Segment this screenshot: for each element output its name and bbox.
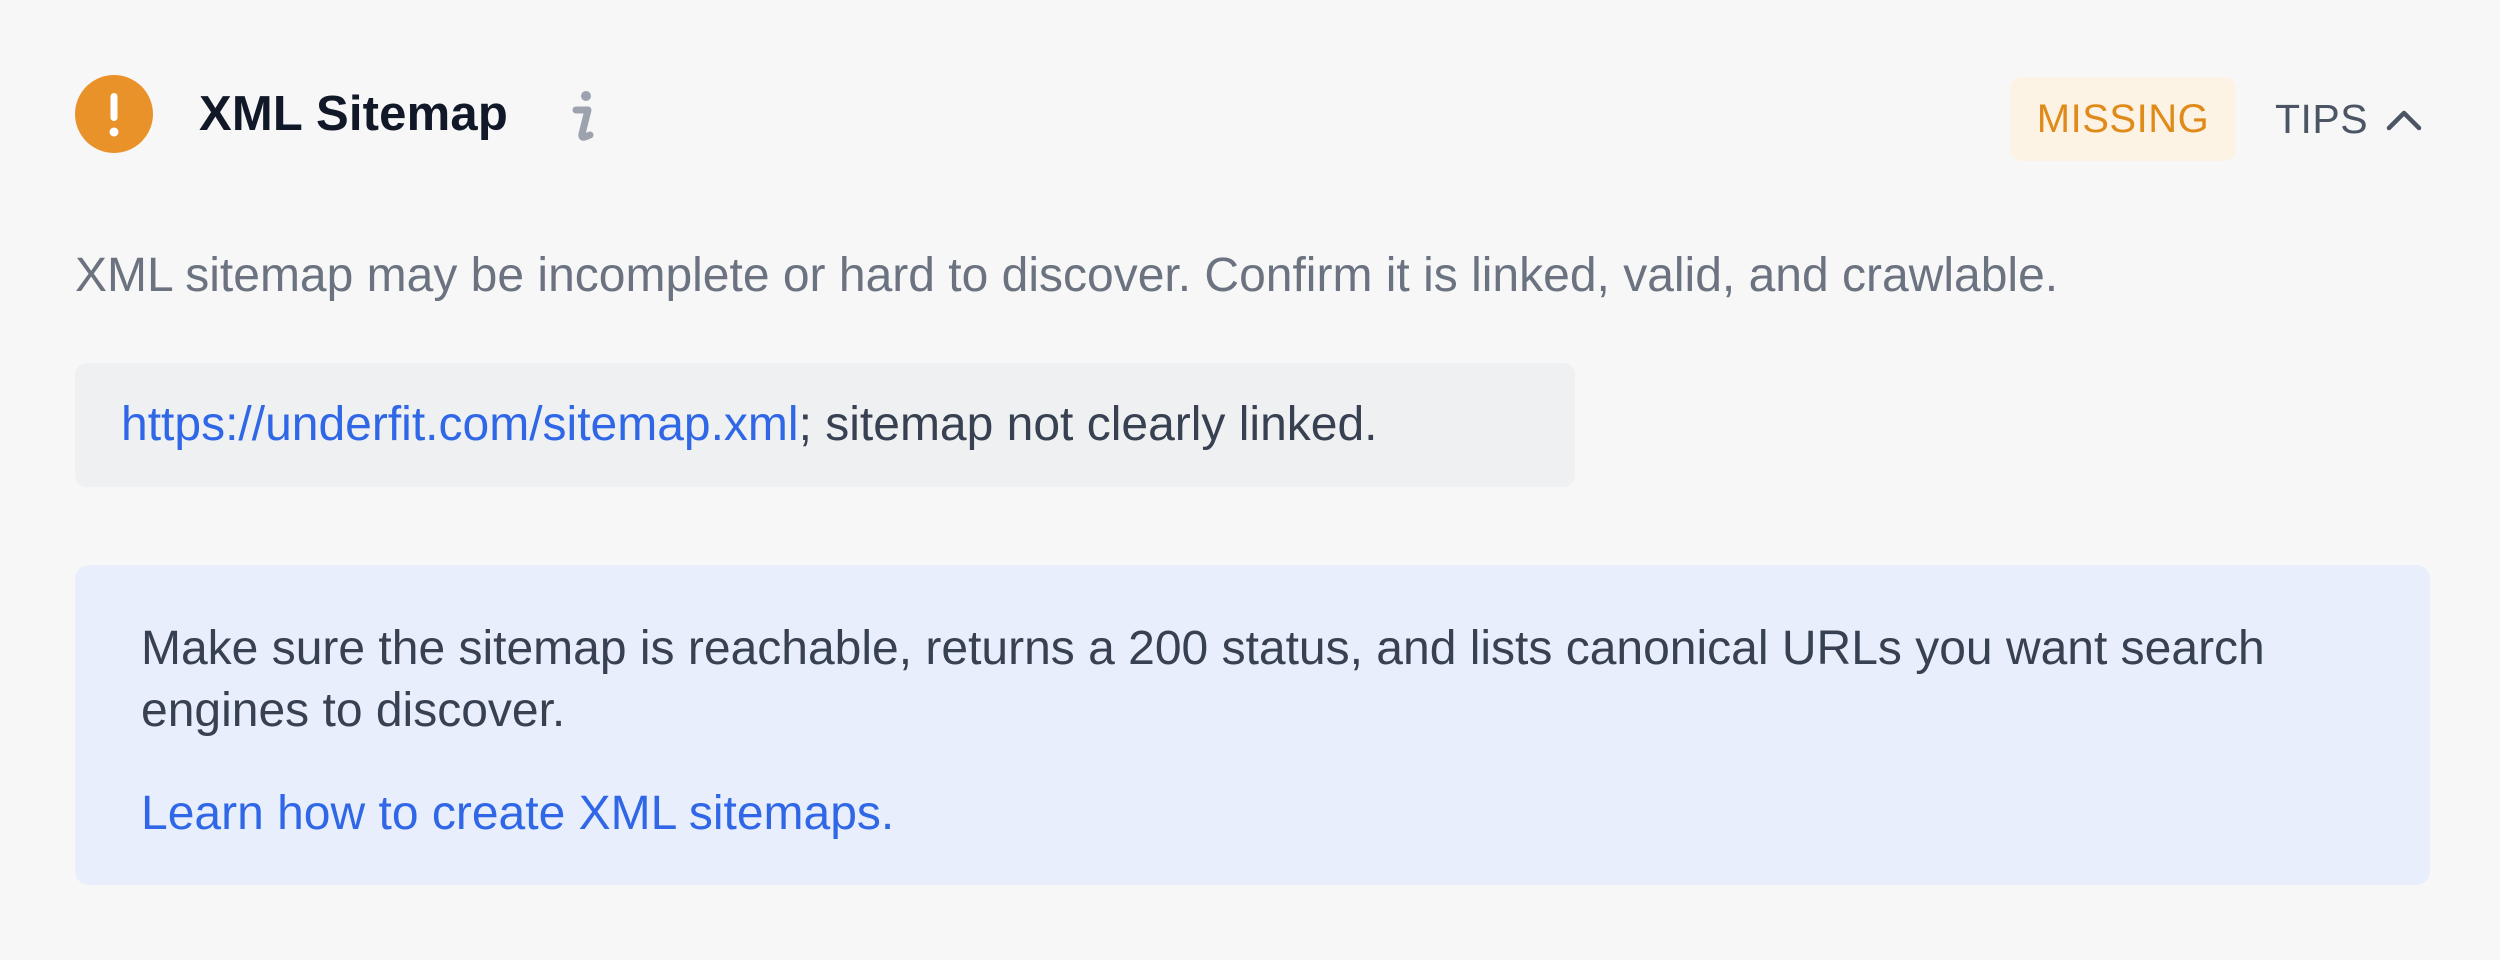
tip-text: Make sure the sitemap is reachable, retu… xyxy=(141,622,2265,737)
evidence-box: https://underfit.com/sitemap.xml; sitema… xyxy=(75,363,1575,487)
tips-label: TIPS xyxy=(2275,95,2369,142)
evidence-text: https://underfit.com/sitemap.xml; sitema… xyxy=(121,363,1378,487)
tip-panel: Make sure the sitemap is reachable, retu… xyxy=(75,565,2430,885)
check-title: XML Sitemap xyxy=(199,87,508,141)
sitemap-url-link[interactable]: https://underfit.com/sitemap.xml xyxy=(121,398,799,451)
check-header: XML Sitemap MISSING TIPS xyxy=(75,75,2430,161)
info-icon[interactable] xyxy=(565,88,601,144)
learn-more-link[interactable]: Learn how to create XML sitemaps. xyxy=(141,783,894,845)
tips-toggle-button[interactable]: TIPS xyxy=(2275,77,2430,161)
evidence-suffix: ; sitemap not clearly linked. xyxy=(798,398,1378,451)
check-description: XML sitemap may be incomplete or hard to… xyxy=(75,249,2059,302)
exclamation-icon xyxy=(109,93,119,137)
chevron-up-icon xyxy=(2386,110,2422,131)
warning-status-icon xyxy=(75,75,153,153)
status-badge: MISSING xyxy=(2010,77,2236,161)
sitemap-check-card: XML Sitemap MISSING TIPS XML sitemap may… xyxy=(75,70,2430,890)
